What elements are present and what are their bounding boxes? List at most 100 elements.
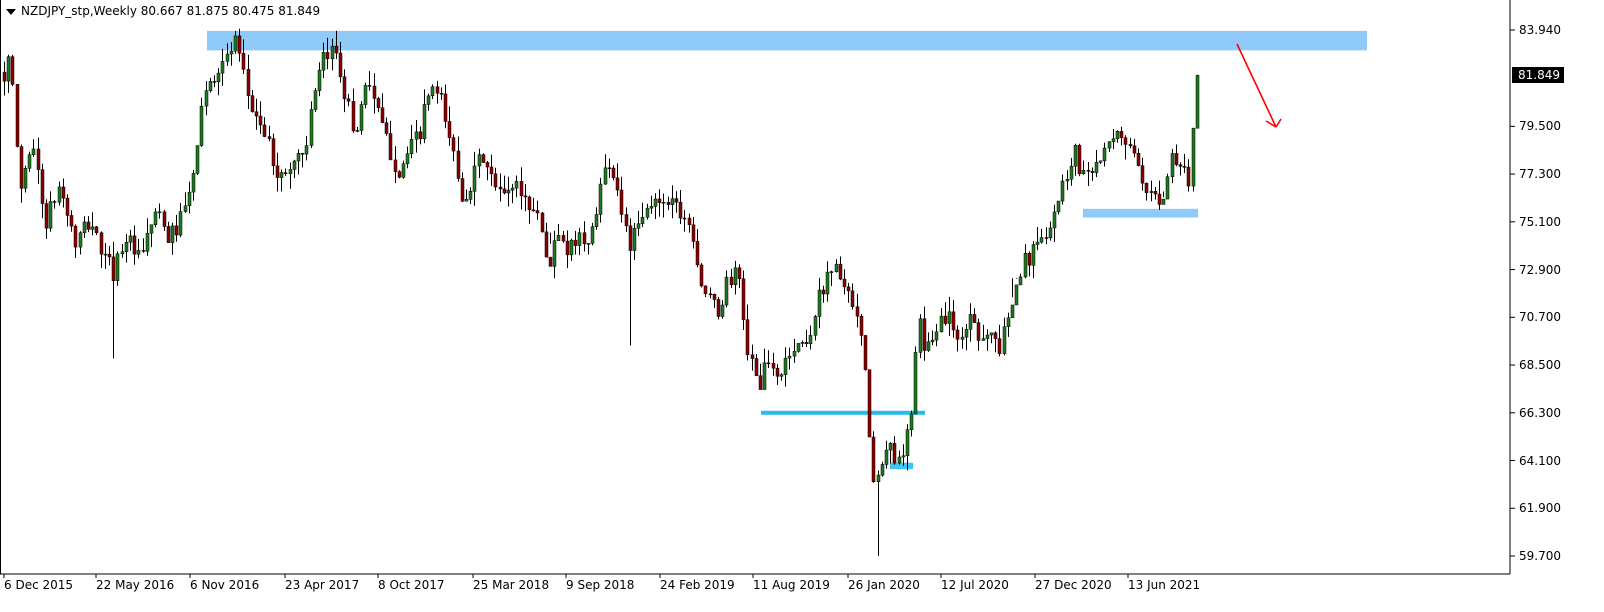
y-tick-label: 72.900 [1519, 262, 1561, 277]
candle-body-124 [523, 195, 528, 198]
candle-body-19 [82, 221, 87, 233]
candle-body-237 [997, 338, 1002, 354]
candle-body-217 [913, 352, 918, 415]
candle-body-161 [678, 201, 683, 219]
candle-body-222 [934, 331, 939, 341]
candle-body-111 [468, 191, 473, 200]
candle-body-74 [313, 90, 318, 110]
candle-body-213 [897, 456, 902, 464]
candle-body-92 [388, 133, 393, 161]
candle-body-201 [846, 286, 851, 292]
candle-body-95 [401, 163, 406, 178]
candle-body-275 [1157, 193, 1162, 205]
x-tick-label: 27 Dec 2020 [1035, 578, 1112, 592]
candle-body-106 [447, 121, 452, 138]
candle-body-37 [157, 211, 162, 214]
candle-body-64 [271, 138, 276, 167]
candle-body-252 [1060, 180, 1065, 202]
candle-body-283 [1191, 127, 1196, 187]
candle-body-246 [1035, 241, 1040, 245]
candle-body-105 [443, 93, 448, 122]
candle-body-76 [321, 52, 326, 71]
candle-body-144 [607, 167, 612, 170]
candle-body-33 [141, 250, 146, 252]
support-line [761, 410, 925, 415]
candle-body-194 [817, 289, 822, 317]
candle-body-110 [464, 199, 469, 202]
candle-body-102 [430, 86, 435, 97]
candle-body-96 [405, 153, 410, 164]
candle-body-54 [229, 50, 234, 55]
candle-body-200 [842, 278, 847, 288]
candle-body-179 [754, 358, 759, 376]
candle-body-132 [556, 235, 561, 241]
candle-body-70 [296, 153, 301, 162]
candle-body-48 [204, 90, 209, 107]
candle-body-203 [855, 306, 860, 317]
candle-body-204 [859, 315, 864, 336]
candle-body-42 [178, 211, 183, 236]
zone-rect-1 [1083, 208, 1198, 218]
candle-body-63 [267, 136, 272, 139]
candle-body-68 [288, 169, 293, 174]
title-dropdown-icon[interactable] [6, 8, 16, 15]
candle-body-165 [695, 241, 700, 266]
candle-body-15 [65, 197, 70, 216]
candle-body-81 [342, 76, 347, 100]
y-tick-label: 59.700 [1519, 549, 1561, 563]
candle-body-17 [73, 225, 78, 248]
candle-body-274 [1153, 191, 1158, 195]
candle-body-214 [901, 455, 906, 458]
candle-body-176 [741, 278, 746, 320]
candle-body-147 [619, 189, 624, 215]
candle-body-1 [6, 56, 11, 82]
candle-body-101 [426, 95, 431, 105]
candle-body-112 [472, 165, 477, 192]
candle-body-260 [1094, 162, 1099, 173]
candle-body-171 [720, 304, 725, 317]
candle-body-266 [1119, 131, 1124, 138]
candle-body-195 [821, 289, 826, 295]
candle-body-282 [1186, 166, 1191, 187]
candle-body-135 [569, 239, 574, 256]
candle-body-114 [481, 154, 486, 163]
candle-body-181 [762, 362, 767, 390]
candle-body-21 [90, 226, 95, 230]
candle-body-264 [1111, 138, 1116, 142]
candle-body-210 [884, 449, 889, 465]
chart-svg [0, 0, 1515, 578]
x-tick-label: 6 Nov 2016 [190, 578, 260, 592]
candle-body-129 [544, 231, 549, 258]
candle-body-198 [834, 263, 839, 272]
candle-body-5 [23, 168, 28, 189]
candle-body-90 [380, 107, 385, 123]
candle-body-40 [170, 225, 175, 243]
candle-body-281 [1182, 166, 1187, 168]
candle-body-36 [153, 211, 158, 225]
candle-body-9 [40, 169, 45, 204]
candle-body-11 [48, 201, 53, 229]
candle-body-26 [111, 256, 116, 281]
candle-body-60 [254, 111, 259, 117]
candle-body-183 [771, 362, 776, 369]
candle-body-14 [61, 186, 66, 199]
candle-body-215 [905, 429, 910, 456]
candles [2, 28, 1200, 556]
candle-body-265 [1115, 131, 1120, 139]
candle-body-3 [15, 84, 20, 147]
candle-body-166 [699, 264, 704, 287]
candle-body-136 [573, 239, 578, 246]
candle-body-24 [103, 253, 108, 256]
candle-body-16 [69, 215, 74, 227]
candle-body-88 [372, 85, 377, 99]
chart-title-bar[interactable]: NZDJPY_stp,Weekly 80.667 81.875 80.475 8… [6, 4, 320, 18]
candle-body-272 [1144, 182, 1149, 193]
candle-body-255 [1073, 145, 1078, 167]
candle-body-0 [2, 71, 7, 82]
candle-body-208 [876, 474, 881, 482]
candle-body-223 [939, 315, 944, 333]
candle-body-169 [712, 293, 717, 300]
candle-body-139 [586, 243, 591, 245]
candle-body-72 [304, 145, 309, 155]
candle-body-6 [27, 154, 32, 169]
